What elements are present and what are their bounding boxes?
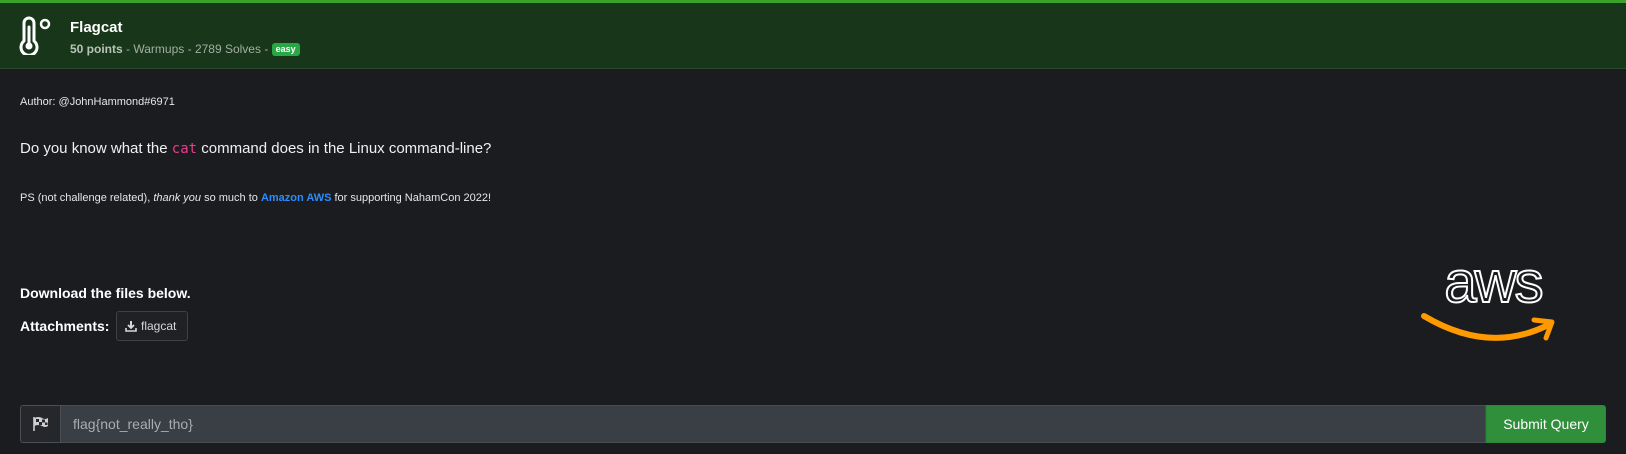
author-line: Author: @JohnHammond#6971 — [20, 96, 175, 108]
aws-logo: aws — [1421, 262, 1555, 341]
thermometer-icon — [19, 16, 51, 55]
challenge-solves: 2789 Solves — [194, 42, 261, 56]
difficulty-badge: easy — [271, 43, 300, 56]
challenge-meta: 50 points - Warmups - 2789 Solves - easy — [70, 42, 300, 56]
attachments-label: Attachments: — [20, 318, 110, 334]
submit-query-button[interactable]: Submit Query — [1486, 405, 1606, 443]
meta-separator: - — [184, 42, 195, 56]
download-heading: Download the files below. — [20, 285, 191, 301]
ps-text: for supporting NahamCon 2022! — [331, 192, 492, 204]
attachment-name: flagcat — [141, 319, 177, 333]
meta-separator: - — [260, 42, 272, 56]
challenge-category: Warmups — [133, 42, 185, 56]
challenge-question: Do you know what the cat command does in… — [20, 140, 491, 157]
meta-separator: - — [122, 42, 134, 56]
flag-submission-form: Submit Query — [20, 405, 1606, 443]
inline-code: cat — [171, 141, 198, 157]
flag-input[interactable] — [60, 405, 1486, 443]
ps-text: PS (not challenge related), — [20, 192, 154, 204]
question-text: Do you know what the — [20, 140, 172, 157]
question-text: command does in the Linux command-line? — [197, 140, 492, 157]
attachment-flagcat-button[interactable]: flagcat — [116, 311, 188, 341]
challenge-points: 50 points — [70, 42, 123, 56]
ps-note: PS (not challenge related), thank you so… — [20, 192, 491, 204]
challenge-title: Flagcat — [70, 19, 123, 36]
ps-italic: thank you — [153, 192, 202, 204]
flag-input-prefix — [20, 405, 60, 443]
amazon-aws-link[interactable]: Amazon AWS — [261, 192, 332, 204]
aws-logo-text: aws — [1444, 262, 1541, 315]
checkered-flag-icon — [32, 417, 48, 431]
ps-text: so much to — [201, 192, 261, 204]
challenge-header: Flagcat 50 points - Warmups - 2789 Solve… — [0, 3, 1626, 69]
download-icon — [125, 321, 137, 332]
